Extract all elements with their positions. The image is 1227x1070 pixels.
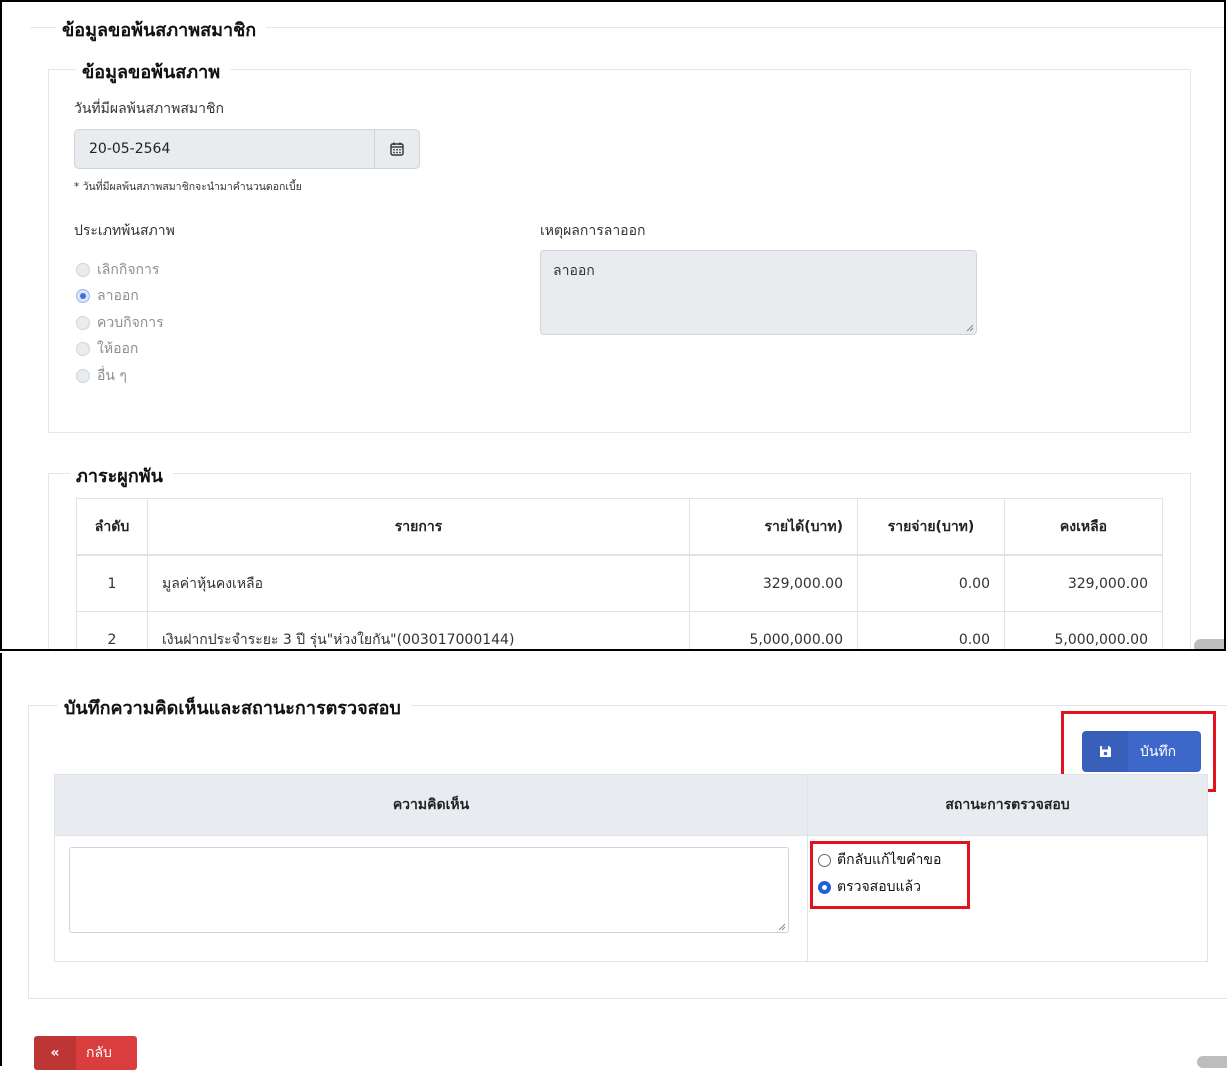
effective-date-value: 20-05-2564 — [89, 141, 171, 157]
radio-icon — [76, 342, 90, 356]
radio-checked-icon — [76, 289, 90, 303]
column-header: รายจ่าย(บาท) — [857, 498, 1005, 556]
type-option-label: เลิกกิจการ — [97, 262, 160, 278]
type-option-other[interactable]: อื่น ๆ — [76, 366, 127, 386]
cell-no: 1 — [76, 554, 148, 612]
radio-icon — [76, 369, 90, 383]
table-row: 1 มูลค่าหุ้นคงเหลือ 329,000.00 0.00 329,… — [76, 554, 1163, 612]
type-option-label: ให้ออก — [97, 341, 139, 357]
radio-icon — [76, 316, 90, 330]
reason-textarea[interactable]: ลาออก — [540, 250, 977, 335]
table-header-row: ความคิดเห็น สถานะการตรวจสอบ — [54, 774, 1208, 836]
resize-handle-icon[interactable] — [778, 923, 786, 931]
review-title: บันทึกความคิดเห็นและสถานะการตรวจสอบ — [58, 693, 411, 722]
cell-balance: 5,000,000.00 — [1004, 611, 1163, 649]
cell-income: 329,000.00 — [689, 554, 858, 612]
table-header-row: ลำดับ รายการ รายได้(บาท) รายจ่าย(บาท) คง… — [76, 498, 1163, 556]
column-header: ความคิดเห็น — [54, 774, 808, 836]
calendar-icon[interactable] — [374, 130, 419, 168]
obligations-title: ภาระผูกพัน — [70, 461, 173, 490]
cell-income: 5,000,000.00 — [689, 611, 858, 649]
reason-label: เหตุผลการลาออก — [540, 223, 646, 239]
highlight-box — [810, 841, 970, 909]
type-option-merge[interactable]: ควบกิจการ — [76, 313, 164, 333]
column-header: สถานะการตรวจสอบ — [807, 774, 1208, 836]
column-header: ลำดับ — [76, 498, 148, 556]
column-header: รายการ — [147, 498, 690, 556]
obligations-table: ลำดับ รายการ รายได้(บาท) รายจ่าย(บาท) คง… — [76, 498, 1163, 649]
effective-date-note: * วันที่มีผลพ้นสภาพสมาชิกจะนำมาคำนวนดอกเ… — [74, 181, 302, 193]
type-option-resign[interactable]: ลาออก — [76, 286, 139, 306]
column-header: คงเหลือ — [1004, 498, 1163, 556]
radio-icon — [76, 263, 90, 277]
cell-balance: 329,000.00 — [1004, 554, 1163, 612]
cell-expense: 0.00 — [857, 611, 1005, 649]
section-title: ข้อมูลขอพ้นสภาพสมาชิก — [56, 15, 267, 44]
comment-textarea[interactable] — [69, 847, 789, 933]
request-title: ข้อมูลขอพ้นสภาพ — [76, 57, 231, 86]
column-header: รายได้(บาท) — [689, 498, 858, 556]
effective-date-label: วันที่มีผลพ้นสภาพสมาชิก — [74, 101, 224, 117]
type-label: ประเภทพ้นสภาพ — [74, 223, 175, 239]
type-option-dissolve[interactable]: เลิกกิจการ — [76, 260, 159, 280]
cell-no: 2 — [76, 611, 148, 649]
effective-date-field[interactable]: 20-05-2564 — [74, 129, 420, 169]
back-button[interactable]: « กลับ — [34, 1036, 137, 1070]
table-row: 2 เงินฝากประจำระยะ 3 ปี รุ่น"ห่วงใยกัน"(… — [76, 611, 1163, 649]
resize-handle-icon[interactable] — [966, 324, 974, 332]
cell-expense: 0.00 — [857, 554, 1005, 612]
type-option-dismiss[interactable]: ให้ออก — [76, 339, 138, 359]
back-button-label: กลับ — [86, 1045, 112, 1061]
type-option-label: อื่น ๆ — [97, 368, 127, 384]
scroll-top-button[interactable] — [1197, 1056, 1227, 1068]
type-option-label: ลาออก — [97, 288, 139, 304]
cell-item: เงินฝากประจำระยะ 3 ปี รุ่น"ห่วงใยกัน"(00… — [147, 611, 690, 649]
double-chevron-left-icon: « — [34, 1036, 76, 1070]
member-status-panel: ข้อมูลขอพ้นสภาพสมาชิก ข้อมูลขอพ้นสภาพ วั… — [0, 0, 1226, 651]
cell-item: มูลค่าหุ้นคงเหลือ — [147, 554, 690, 612]
type-option-label: ควบกิจการ — [97, 315, 164, 331]
scroll-top-button[interactable] — [1194, 639, 1224, 649]
